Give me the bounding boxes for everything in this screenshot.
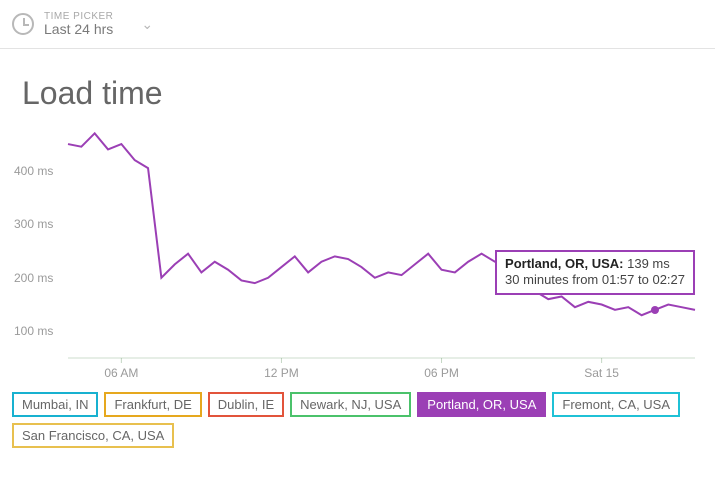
- y-tick: 200 ms: [14, 271, 53, 285]
- legend-item[interactable]: Dublin, IE: [208, 392, 284, 417]
- x-tick: 06 AM: [104, 366, 138, 380]
- time-picker-text: TIME PICKER Last 24 hrs: [44, 11, 113, 37]
- chevron-down-icon: ⌄: [141, 16, 153, 33]
- chart: 100 ms 200 ms 300 ms 400 ms 06 AM 12 PM 06 PM…: [14, 124, 699, 384]
- y-tick: 400 ms: [14, 164, 53, 178]
- tooltip-sub: 30 minutes from 01:57 to 02:27: [505, 272, 685, 288]
- x-tick: 06 PM: [424, 366, 459, 380]
- legend-item[interactable]: Portland, OR, USA: [417, 392, 546, 417]
- y-tick: 100 ms: [14, 324, 53, 338]
- time-picker-value: Last 24 hrs: [44, 22, 113, 37]
- legend-item[interactable]: Newark, NJ, USA: [290, 392, 411, 417]
- legend-item[interactable]: San Francisco, CA, USA: [12, 423, 174, 448]
- legend-item[interactable]: Frankfurt, DE: [104, 392, 201, 417]
- highlight-point: [651, 306, 659, 314]
- x-tick: 12 PM: [264, 366, 299, 380]
- clock-icon: [12, 13, 34, 35]
- time-picker[interactable]: TIME PICKER Last 24 hrs ⌄: [0, 0, 715, 49]
- page-title: Load time: [22, 75, 715, 112]
- tooltip-value: 139 ms: [627, 256, 670, 271]
- legend-item[interactable]: Mumbai, IN: [12, 392, 98, 417]
- legend-item[interactable]: Fremont, CA, USA: [552, 392, 680, 417]
- x-tick: Sat 15: [584, 366, 619, 380]
- y-tick: 300 ms: [14, 217, 53, 231]
- tooltip-location: Portland, OR, USA:: [505, 256, 623, 271]
- tooltip: Portland, OR, USA: 139 ms 30 minutes fro…: [495, 250, 695, 295]
- legend: Mumbai, INFrankfurt, DE Dublin, IENewark,…: [12, 392, 703, 448]
